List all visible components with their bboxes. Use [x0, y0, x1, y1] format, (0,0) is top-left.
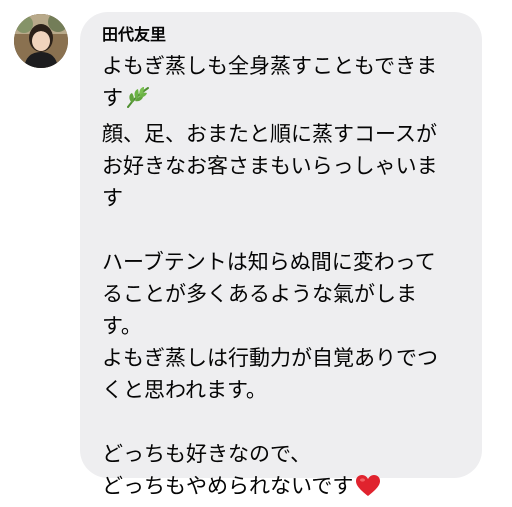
message-text: よもぎ蒸しも全身蒸すこともできま す 顔、足、おまたと順に蒸すコースが お好きな…	[102, 50, 462, 507]
message-line: くと思われます。	[102, 378, 267, 402]
message-line: お好きなお客さまもいらっしゃいま	[102, 154, 438, 178]
sender-name: 田代友里	[102, 25, 167, 44]
message-line: す	[102, 186, 123, 210]
avatar-photo	[14, 14, 68, 68]
red-heart-icon	[355, 474, 381, 507]
message-line: ハーブテントは知らぬ間に変わって	[102, 250, 436, 274]
message-line-text: どっちもやめられないです	[102, 474, 354, 498]
message-bubble[interactable]: 田代友里 よもぎ蒸しも全身蒸すこともできま す 顔、足、おまたと順に蒸すコースが…	[80, 12, 482, 498]
message-line: す	[102, 82, 462, 118]
message-line: 顔、足、おまたと順に蒸すコースが	[102, 122, 437, 146]
avatar[interactable]	[14, 14, 68, 68]
message-line-empty	[102, 214, 462, 246]
message-line: ることが多くあるような氣がしま	[102, 282, 417, 306]
message-line: どっちもやめられないです	[102, 470, 462, 507]
herb-leaf-icon	[125, 85, 151, 118]
message-line-text: す	[102, 86, 123, 110]
message-line: よもぎ蒸しは行動力が自覚ありでつ	[102, 346, 438, 370]
message-line: どっちも好きなので、	[102, 442, 312, 466]
message-line: す。	[102, 314, 142, 338]
message-line-empty	[102, 406, 462, 438]
message-line: よもぎ蒸しも全身蒸すこともできま	[102, 54, 438, 78]
